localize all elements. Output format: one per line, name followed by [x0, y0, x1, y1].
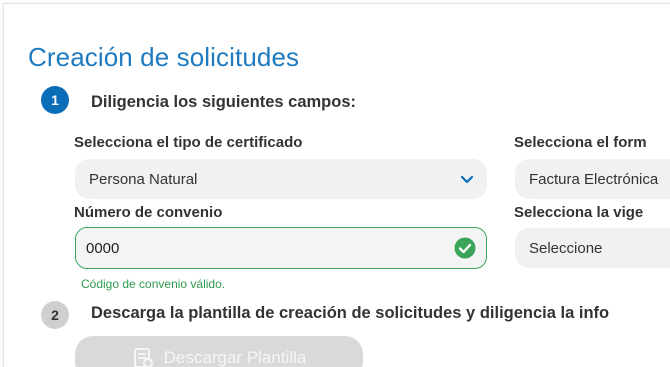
download-template-label: Descargar Plantilla — [163, 348, 307, 367]
spreadsheet-icon — [133, 348, 153, 367]
page-title: Creación de solicitudes — [28, 42, 300, 72]
validity-value: Seleccione — [529, 239, 603, 257]
validity-label: Selecciona la vige — [514, 204, 644, 221]
certificate-type-value: Persona Natural — [89, 170, 198, 188]
download-template-button[interactable]: Descargar Plantilla — [75, 336, 363, 367]
validity-select[interactable]: Seleccione — [515, 228, 670, 268]
format-value: Factura Electrónica — [529, 170, 659, 188]
request-creation-card: Creación de solicitudes 1 Diligencia los… — [3, 3, 670, 367]
certificate-type-label: Selecciona el tipo de certificado — [74, 134, 303, 151]
agreement-number-input[interactable]: 0000 — [75, 227, 487, 269]
format-label: Selecciona el form — [514, 134, 647, 151]
check-circle-icon — [454, 237, 476, 259]
chevron-down-icon — [460, 175, 474, 184]
certificate-type-select[interactable]: Persona Natural — [75, 159, 487, 199]
agreement-number-label: Número de convenio — [74, 204, 223, 221]
step-1-title: Diligencia los siguientes campos: — [91, 93, 356, 111]
format-select[interactable]: Factura Electrónica — [515, 159, 670, 199]
step-1-badge: 1 — [41, 86, 69, 114]
agreement-number-value: 0000 — [86, 239, 120, 257]
step-2-badge: 2 — [41, 301, 69, 329]
step-2-title: Descarga la plantilla de creación de sol… — [91, 304, 610, 322]
agreement-valid-hint: Código de convenio válido. — [81, 277, 226, 291]
